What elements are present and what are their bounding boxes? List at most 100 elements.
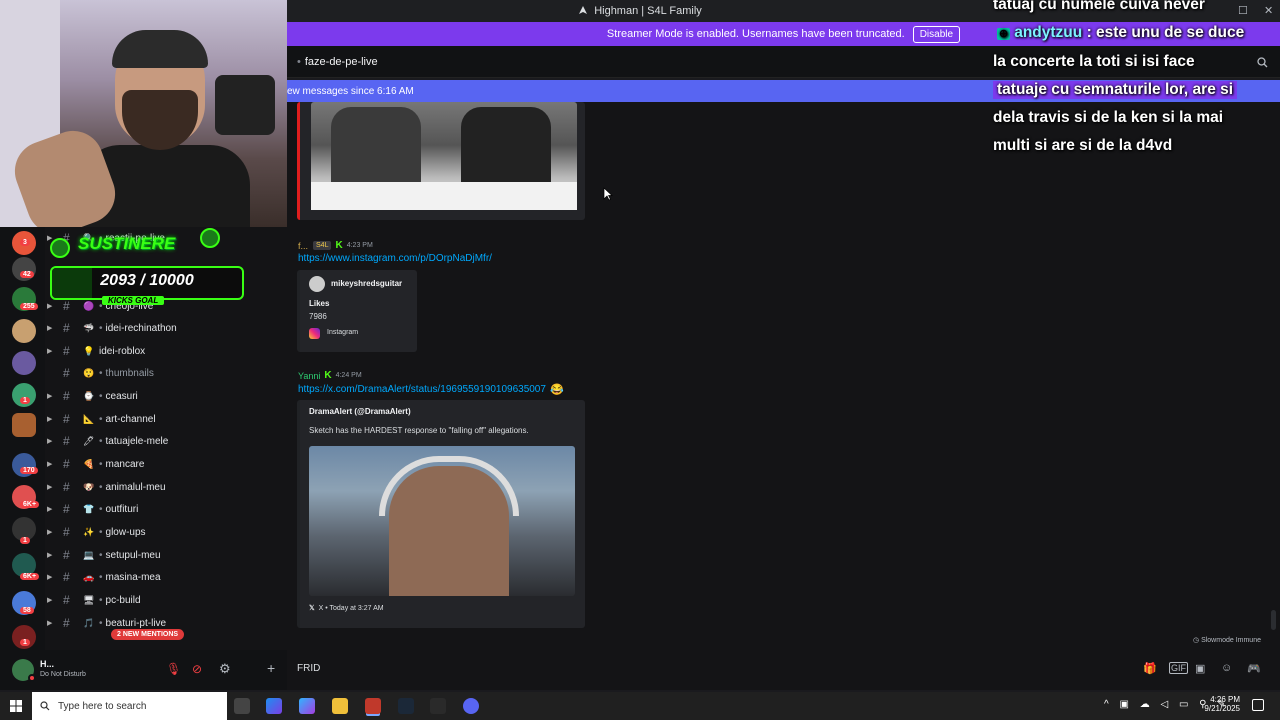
windows-start-icon[interactable] bbox=[10, 700, 22, 712]
embed-field-name: Likes bbox=[309, 299, 330, 308]
message-header: f... S4L K 4:23 PM bbox=[298, 240, 373, 251]
channel-idei-roblox[interactable]: ▶ # 💡 idei-roblox bbox=[45, 341, 285, 361]
video-thumbnail[interactable] bbox=[311, 102, 577, 210]
channel-dot: • bbox=[99, 594, 103, 606]
emoji-icon[interactable]: ☺ bbox=[1221, 662, 1232, 674]
embed-account[interactable]: mikeyshredsguitar bbox=[331, 279, 402, 288]
disable-button[interactable]: Disable bbox=[912, 25, 961, 43]
channel-dot: • bbox=[99, 390, 103, 402]
hash-icon: # bbox=[63, 525, 70, 539]
gif-icon[interactable]: GIF bbox=[1169, 662, 1188, 674]
channel-outfituri[interactable]: ▶ # 👕 • outfituri bbox=[45, 499, 285, 519]
channel-label: idei-roblox bbox=[99, 345, 146, 357]
hash-icon: # bbox=[63, 502, 70, 516]
server-icon[interactable] bbox=[12, 413, 36, 437]
message-header: Yanni K 4:24 PM bbox=[298, 370, 362, 381]
channel-setupul-meu[interactable]: ▶ # 💻 • setupul-meu bbox=[45, 545, 285, 565]
chat-line: tatuaj cu numele cuiva never bbox=[993, 0, 1205, 13]
server-icon[interactable] bbox=[12, 319, 36, 343]
expand-arrow-icon: ▶ bbox=[47, 597, 53, 604]
channel-emoji: 💡 bbox=[83, 345, 95, 356]
task-view-icon[interactable] bbox=[234, 698, 250, 714]
slowmode-text: Slowmode Immune bbox=[1201, 637, 1261, 644]
terminal-icon[interactable] bbox=[430, 698, 446, 714]
search-icon bbox=[40, 701, 50, 711]
slowmode-status: ◷ Slowmode Immune bbox=[1193, 636, 1261, 644]
hash-icon: # bbox=[63, 434, 70, 448]
channel-dot-icon: • bbox=[297, 55, 301, 68]
scrollbar[interactable] bbox=[1271, 610, 1276, 630]
message-link[interactable]: https://x.com/DramaAlert/status/19695591… bbox=[298, 384, 546, 395]
channel-masina-mea[interactable]: ▶ # 🚗 • masina-mea bbox=[45, 567, 285, 587]
author-name[interactable]: f... bbox=[298, 241, 308, 251]
embed-footer: 𝕏X • Today at 3:27 AM bbox=[309, 604, 384, 612]
grin-emoji-icon: 😂 bbox=[549, 384, 564, 396]
channel-art-channel[interactable]: ▶ # 📐 • art-channel bbox=[45, 409, 285, 429]
steam-icon[interactable] bbox=[398, 698, 414, 714]
message-link[interactable]: https://www.instagram.com/p/DOrpNaDjMfr/ bbox=[298, 253, 492, 264]
embed-image[interactable] bbox=[309, 446, 575, 596]
channel-tatuajele-mele[interactable]: ▶ # 🖊 • tatuajele-mele bbox=[45, 431, 285, 451]
channel-label: animalul-meu bbox=[105, 481, 166, 493]
file-explorer-icon[interactable] bbox=[332, 698, 348, 714]
sticker-icon[interactable]: ▣ bbox=[1195, 662, 1205, 675]
message-input[interactable]: FRID bbox=[297, 663, 320, 674]
chat-line: dela travis si de la ken si la mai bbox=[993, 109, 1224, 126]
server-badge: 1 bbox=[20, 537, 30, 544]
channel-label: outfituri bbox=[105, 503, 139, 515]
hash-icon: # bbox=[63, 616, 70, 630]
embed-footer: Instagram bbox=[327, 329, 359, 336]
hash-icon: # bbox=[63, 457, 70, 471]
goal-current: 2093 bbox=[100, 272, 136, 289]
headphones-deafened-icon[interactable]: ⊘ bbox=[192, 662, 202, 676]
goal-emblem-icon bbox=[200, 228, 220, 248]
server-list: 3 42 255 1 170 6K+ 1 6K+ 58 1 bbox=[0, 227, 45, 650]
channel-ceasuri[interactable]: ▶ # ⌚ • ceasuri bbox=[45, 386, 285, 406]
channel-animalul-meu[interactable]: ▶ # 🐶 • animalul-meu bbox=[45, 477, 285, 497]
obs-icon[interactable] bbox=[365, 698, 381, 714]
channel-thumbnails[interactable]: # 😲 • thumbnails bbox=[45, 363, 285, 383]
expand-arrow-icon: ▶ bbox=[47, 620, 53, 627]
goal-emblem-icon bbox=[50, 238, 70, 258]
taskbar-search[interactable]: Type here to search bbox=[32, 692, 227, 720]
discord-icon[interactable] bbox=[463, 698, 479, 714]
chat-badge-icon: ⊕ bbox=[997, 28, 1011, 40]
embed-description: Sketch has the HARDEST response to "fall… bbox=[309, 426, 529, 435]
expand-arrow-icon: ▶ bbox=[47, 552, 53, 559]
add-attachment-icon[interactable]: + bbox=[267, 660, 275, 676]
channel-idei-rechinathon[interactable]: ▶ # 🦈 • idei-rechinathon bbox=[45, 318, 285, 338]
server-icon[interactable] bbox=[12, 351, 36, 375]
embed-title[interactable]: DramaAlert (@DramaAlert) bbox=[309, 407, 411, 416]
gift-icon[interactable]: 🎁 bbox=[1143, 662, 1157, 675]
channel-dot: • bbox=[99, 367, 103, 379]
mic-muted-icon[interactable]: 🎙 bbox=[166, 662, 181, 676]
channel-mancare[interactable]: ▶ # 🍕 • mancare bbox=[45, 454, 285, 474]
expand-arrow-icon: ▶ bbox=[47, 393, 53, 400]
hash-icon: # bbox=[63, 321, 70, 335]
apps-icon[interactable]: 🎮 bbox=[1247, 662, 1261, 675]
hash-icon: # bbox=[63, 344, 70, 358]
channel-emoji: 🎵 bbox=[83, 617, 95, 628]
author-name[interactable]: Yanni bbox=[298, 371, 320, 381]
channel-emoji: ✨ bbox=[83, 526, 95, 537]
copilot-icon[interactable] bbox=[266, 698, 282, 714]
message-list[interactable]: f... S4L K 4:23 PM https://www.instagram… bbox=[261, 102, 1280, 650]
kick-icon: K bbox=[335, 240, 343, 251]
hash-icon: # bbox=[63, 480, 70, 494]
embed-footer-text: X • Today at 3:27 AM bbox=[318, 605, 384, 612]
channel-pc-build[interactable]: ▶ # 🖥 • pc-build bbox=[45, 590, 285, 610]
video-embed[interactable] bbox=[297, 102, 585, 220]
channel-dot: • bbox=[99, 458, 103, 470]
expand-arrow-icon: ▶ bbox=[47, 416, 53, 423]
channel-emoji: 💻 bbox=[83, 549, 95, 560]
server-tag: S4L bbox=[313, 241, 332, 250]
channel-emoji: 🐶 bbox=[83, 481, 95, 492]
channel-glow-ups[interactable]: ▶ # ✨ • glow-ups bbox=[45, 522, 285, 542]
gear-icon[interactable]: ⚙ bbox=[219, 661, 231, 677]
channel-label: thumbnails bbox=[105, 367, 154, 379]
clock[interactable]: 4:26 PM 9/21/2025 bbox=[1198, 695, 1240, 713]
clock-date: 9/21/2025 bbox=[1204, 704, 1240, 713]
notifications-icon[interactable] bbox=[1252, 699, 1264, 711]
edge-icon[interactable] bbox=[299, 698, 315, 714]
new-mentions-pill[interactable]: 2 NEW MENTIONS bbox=[111, 629, 185, 640]
